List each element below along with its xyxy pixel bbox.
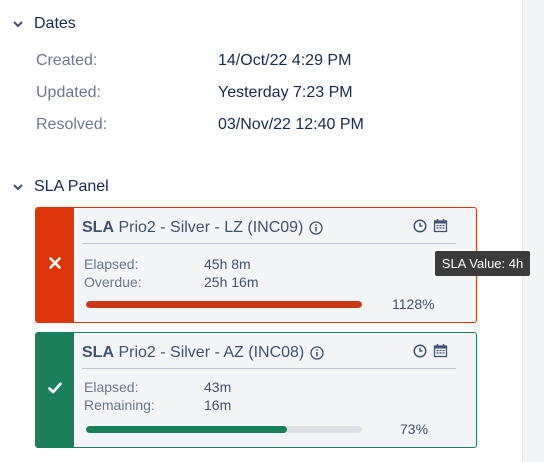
sla-name: Prio2 - Silver - LZ (INC09) — [114, 219, 304, 236]
sla-tools — [413, 218, 448, 233]
resolved-row: Resolved: 03/Nov/22 12:40 PM — [36, 116, 364, 134]
sla-value-tooltip: SLA Value: 4h — [435, 251, 530, 276]
sla-divider — [82, 368, 456, 369]
sla-title-row: SLA Prio2 - Silver - LZ (INC09) — [82, 216, 466, 240]
sla-prefix: SLA — [82, 219, 114, 236]
sla-section-title: SLA Panel — [34, 178, 109, 195]
updated-label: Updated: — [36, 84, 101, 101]
sla-progress-bar — [86, 301, 362, 308]
chevron-down-icon — [10, 16, 26, 32]
chevron-down-icon — [10, 179, 26, 195]
sla-divider — [82, 243, 456, 244]
x-icon — [49, 256, 61, 274]
created-label: Created: — [36, 52, 98, 69]
resolved-label: Resolved: — [36, 116, 108, 133]
sla-progress-percent: 1128% — [392, 296, 435, 312]
right-gutter — [522, 0, 544, 462]
sla-section-toggle[interactable]: SLA Panel — [10, 178, 109, 196]
sla-card-inc08[interactable]: SLA Prio2 - Silver - AZ (INC08) Elapsed:… — [35, 332, 477, 448]
sla-status-ok — [36, 333, 74, 447]
metric-overdue: Overdue: 25h 16m — [84, 274, 258, 290]
sla-status-breached — [36, 208, 74, 322]
metric-remaining: Remaining: 16m — [84, 397, 231, 413]
dates-section-toggle[interactable]: Dates — [10, 15, 76, 33]
metric-value: 43m — [204, 379, 232, 395]
clock-icon[interactable] — [413, 218, 427, 233]
sla-progress-percent: 73% — [400, 421, 429, 437]
sla-card-body: SLA Prio2 - Silver - LZ (INC09) Elapsed:… — [82, 208, 466, 322]
calendar-icon[interactable] — [433, 218, 448, 233]
sla-progress-bar — [86, 426, 362, 433]
sla-title: SLA Prio2 - Silver - AZ (INC08) — [82, 344, 304, 362]
clock-icon[interactable] — [413, 343, 427, 358]
info-icon[interactable] — [310, 346, 324, 360]
updated-value: Yesterday 7:23 PM — [218, 84, 353, 101]
metric-value: 45h 8m — [204, 256, 251, 272]
sla-card-body: SLA Prio2 - Silver - AZ (INC08) Elapsed:… — [82, 333, 466, 447]
metric-value: 16m — [204, 397, 232, 413]
resolved-value: 03/Nov/22 12:40 PM — [218, 116, 364, 133]
sla-progress-fill — [86, 301, 362, 308]
info-icon[interactable] — [309, 221, 324, 235]
metric-label: Elapsed: — [84, 379, 139, 395]
metric-label: Remaining: — [84, 397, 155, 413]
sla-title-row: SLA Prio2 - Silver - AZ (INC08) — [82, 341, 466, 365]
metric-value: 25h 16m — [204, 274, 259, 290]
check-icon — [48, 381, 62, 399]
metric-label: Overdue: — [84, 274, 142, 290]
sla-tools — [413, 343, 448, 358]
sla-prefix: SLA — [82, 344, 114, 361]
metric-elapsed: Elapsed: 45h 8m — [84, 256, 251, 272]
metric-label: Elapsed: — [84, 256, 139, 272]
updated-row: Updated: Yesterday 7:23 PM — [36, 84, 353, 102]
sla-card-inc09[interactable]: SLA Prio2 - Silver - LZ (INC09) Elapsed:… — [35, 207, 477, 323]
sla-progress-fill — [86, 426, 288, 433]
dates-section-title: Dates — [34, 15, 76, 32]
created-value: 14/Oct/22 4:29 PM — [218, 52, 352, 69]
metric-elapsed: Elapsed: 43m — [84, 379, 231, 395]
calendar-icon[interactable] — [433, 343, 448, 358]
sla-title: SLA Prio2 - Silver - LZ (INC09) — [82, 219, 303, 237]
sla-name: Prio2 - Silver - AZ (INC08) — [114, 344, 305, 361]
created-row: Created: 14/Oct/22 4:29 PM — [36, 52, 351, 70]
